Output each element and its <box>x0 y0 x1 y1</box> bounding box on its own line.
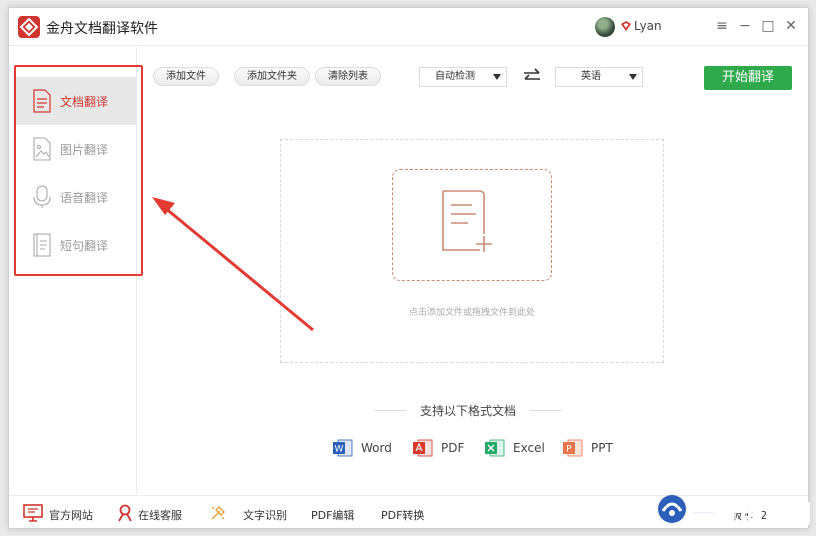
support-icon <box>117 504 133 525</box>
format-label: Excel <box>513 441 545 455</box>
app-window: 金舟文档翻译软件 Lyan ≡ − □ ✕ 文档翻译 图片翻译 语音翻译 短句翻… <box>8 7 809 529</box>
app-title: 金舟文档翻译软件 <box>46 21 158 37</box>
add-document-icon <box>442 190 492 252</box>
official-website-link[interactable]: 官方网站 <box>23 496 103 530</box>
format-label: PPT <box>591 441 613 455</box>
chevron-down-icon <box>629 74 637 80</box>
watermark-text: 一玩创业网 <box>691 500 812 529</box>
short-text-icon <box>32 233 52 260</box>
footer-label: 官方网站 <box>49 509 93 522</box>
vip-badge-icon <box>620 20 632 35</box>
add-folder-button[interactable]: 添加文件夹 <box>234 67 310 86</box>
minimize-button[interactable]: − <box>736 17 754 35</box>
footer-label: 在线客服 <box>138 509 182 522</box>
add-file-button[interactable]: 添加文件 <box>153 67 219 86</box>
avatar[interactable] <box>595 17 615 37</box>
sidebar-item-document-translate[interactable]: 文档翻译 <box>14 77 136 125</box>
title-bar: 金舟文档翻译软件 Lyan ≡ − □ ✕ <box>9 8 808 46</box>
pdf-edit-link[interactable]: PDF编辑 <box>311 496 361 530</box>
sidebar: 文档翻译 图片翻译 语音翻译 短句翻译 <box>9 47 137 494</box>
pdf-icon <box>413 439 433 457</box>
ocr-icon <box>209 504 227 525</box>
monitor-icon <box>23 504 43 525</box>
menu-icon[interactable]: ≡ <box>713 17 731 35</box>
watermark: 一玩创业网 <box>655 489 815 529</box>
app-logo-icon <box>18 16 40 38</box>
maximize-button[interactable]: □ <box>759 17 777 35</box>
text-recognition-link[interactable]: 文字识别 <box>209 496 289 530</box>
footer-label: PDF转换 <box>381 509 425 522</box>
format-label: Word <box>361 441 392 455</box>
sidebar-item-label: 图片翻译 <box>60 143 109 157</box>
sidebar-item-voice-translate[interactable]: 语音翻译 <box>14 173 136 221</box>
sidebar-item-label: 短句翻译 <box>60 239 109 253</box>
document-icon <box>32 89 52 116</box>
footer-label: 文字识别 <box>243 509 287 522</box>
footer-label: PDF编辑 <box>311 509 355 522</box>
ppt-icon: P <box>563 439 583 457</box>
sidebar-item-label: 文档翻译 <box>60 95 109 109</box>
excel-icon <box>485 439 505 457</box>
image-icon <box>32 137 52 164</box>
chevron-down-icon <box>493 74 501 80</box>
pdf-convert-link[interactable]: PDF转换 <box>381 496 431 530</box>
start-translate-button[interactable]: 开始翻译 <box>704 66 792 90</box>
sidebar-item-label: 语音翻译 <box>60 191 109 205</box>
close-button[interactable]: ✕ <box>782 17 800 35</box>
source-language-value: 自动检测 <box>435 71 475 82</box>
drop-zone[interactable]: 点击添加文件或拖拽文件到此处 <box>280 139 664 363</box>
svg-text:P: P <box>566 445 572 455</box>
source-language-select[interactable]: 自动检测 <box>419 67 507 87</box>
online-support-link[interactable]: 在线客服 <box>117 496 197 530</box>
format-label: PDF <box>441 441 465 455</box>
word-icon: W <box>333 439 353 457</box>
supported-formats-title: 支持以下格式文档 <box>374 402 562 419</box>
sidebar-item-image-translate[interactable]: 图片翻译 <box>14 125 136 173</box>
add-file-target[interactable] <box>392 169 552 281</box>
microphone-icon <box>32 185 52 212</box>
user-name[interactable]: Lyan <box>634 19 662 33</box>
target-language-value: 英语 <box>581 71 601 82</box>
clear-list-button[interactable]: 清除列表 <box>315 67 381 86</box>
drop-hint: 点击添加文件或拖拽文件到此处 <box>408 308 535 318</box>
target-language-select[interactable]: 英语 <box>555 67 643 87</box>
swap-languages-icon[interactable] <box>523 68 541 87</box>
sidebar-item-sentence-translate[interactable]: 短句翻译 <box>14 221 136 269</box>
svg-text:W: W <box>335 445 344 455</box>
